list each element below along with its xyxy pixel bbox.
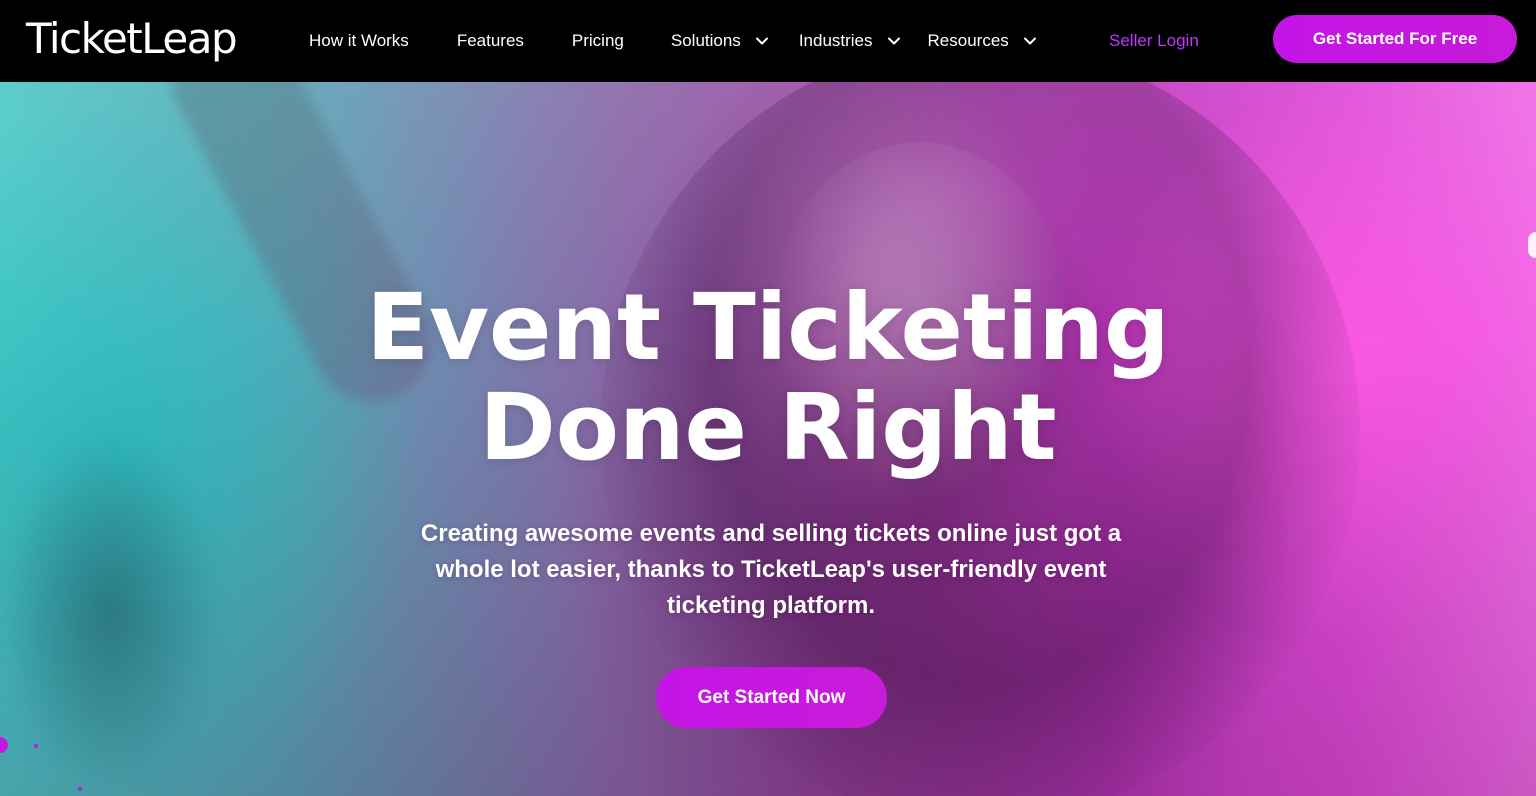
chevron-down-icon: [887, 37, 900, 45]
seller-login-link[interactable]: Seller Login: [1109, 0, 1199, 82]
get-started-for-free-button[interactable]: Get Started For Free: [1273, 15, 1517, 63]
chevron-down-icon: [1023, 37, 1036, 45]
top-navigation-bar: TicketLeap How it Works Features Pricing…: [0, 0, 1536, 82]
get-started-now-button[interactable]: Get Started Now: [656, 667, 887, 728]
hero-headline-line-2: Done Right: [479, 374, 1057, 481]
main-nav: How it Works Features Pricing Solutions …: [309, 0, 1037, 82]
nav-resources-dropdown[interactable]: Resources: [928, 31, 1037, 51]
nav-pricing-label: Pricing: [571, 31, 624, 50]
decorative-dot: [78, 787, 82, 791]
nav-solutions-label: Solutions: [670, 31, 741, 50]
nav-pricing[interactable]: Pricing: [572, 31, 624, 51]
hero-headline: Event Ticketing Done Right: [0, 278, 1536, 478]
hero-headline-line-1: Event Ticketing: [366, 274, 1170, 381]
ticketleap-logo[interactable]: TicketLeap: [26, 14, 238, 64]
nav-resources-label: Resources: [927, 31, 1009, 50]
hero-section: Event Ticketing Done Right Creating awes…: [0, 82, 1536, 796]
nav-features-label: Features: [456, 31, 524, 50]
nav-how-it-works[interactable]: How it Works: [309, 31, 409, 51]
nav-features[interactable]: Features: [457, 31, 524, 51]
nav-how-it-works-label: How it Works: [309, 31, 409, 50]
chevron-down-icon: [755, 37, 768, 45]
decorative-dot: [34, 744, 38, 748]
nav-industries-dropdown[interactable]: Industries: [799, 31, 901, 51]
hero-subtext: Creating awesome events and selling tick…: [420, 520, 1122, 619]
nav-industries-label: Industries: [798, 31, 873, 50]
nav-solutions-dropdown[interactable]: Solutions: [671, 31, 769, 51]
edge-tab-handle[interactable]: [1528, 232, 1536, 258]
